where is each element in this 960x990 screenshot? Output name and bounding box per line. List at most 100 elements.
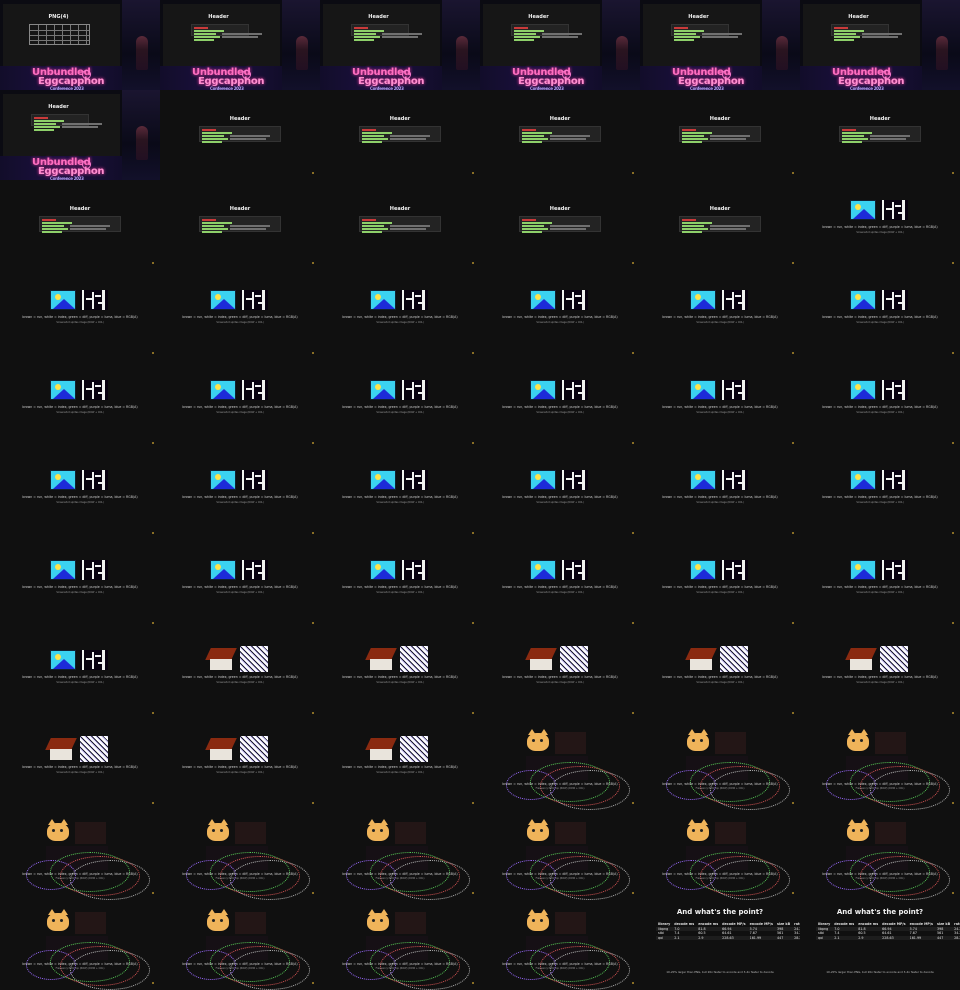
slide-thumbnail[interactable]: brown = run, white = index, green = diff… xyxy=(640,810,800,900)
glitch-stroke xyxy=(575,565,581,567)
slide-thumbnail[interactable]: brown = run, white = index, green = diff… xyxy=(480,360,640,450)
slide-thumbnail[interactable]: Header xyxy=(480,90,640,180)
slide-thumbnail[interactable]: Unbundled Eggcapphon Conference 2023 PNG(4) xyxy=(0,0,160,90)
slide-thumbnail[interactable]: brown = run, white = index, green = diff… xyxy=(160,450,320,540)
cursor-speck xyxy=(312,352,314,354)
slide-title: Header xyxy=(528,14,549,20)
slide-thumbnail[interactable]: brown = run, white = index, green = diff… xyxy=(320,810,480,900)
slide-thumbnail[interactable]: brown = run, white = index, green = diff… xyxy=(160,540,320,630)
slide-thumbnail[interactable]: Unbundled Eggcapphon Conference 2023 Header xyxy=(0,90,160,180)
slide-thumbnail[interactable]: brown = run, white = index, green = diff… xyxy=(640,360,800,450)
slide-thumbnail[interactable]: brown = run, white = index, green = diff… xyxy=(160,900,320,990)
glitch-stroke xyxy=(732,292,734,309)
glitch-stroke xyxy=(412,562,414,579)
event-name-line2: Eggcapphon xyxy=(518,76,585,87)
slide-thumbnail[interactable]: Unbundled Eggcapphon Conference 2023 Header xyxy=(480,0,640,90)
slide-thumbnail[interactable]: brown = run, white = index, green = diff… xyxy=(0,360,160,450)
glitch-stroke xyxy=(902,200,905,220)
cat-eye xyxy=(532,739,535,742)
code-line xyxy=(202,129,216,131)
slide-thumbnail[interactable]: brown = run, white = index, green = diff… xyxy=(800,360,960,450)
slide-thumbnail[interactable]: brown = run, white = index, green = diff… xyxy=(800,810,960,900)
slide-thumbnail[interactable]: brown = run, white = index, green = diff… xyxy=(480,720,640,810)
slide-thumbnail[interactable]: Header xyxy=(320,90,480,180)
event-logo: Unbundled Eggcapphon Conference 2023 xyxy=(672,68,745,91)
glitch-stroke xyxy=(578,572,585,574)
slide-thumbnail[interactable]: brown = run, white = index, green = diff… xyxy=(0,900,160,990)
slide-thumbnail[interactable]: brown = run, white = index, green = diff… xyxy=(480,630,640,720)
mountain-icon xyxy=(53,479,75,489)
slide-thumbnail[interactable]: brown = run, white = index, green = diff… xyxy=(0,720,160,810)
slide-thumbnail[interactable]: brown = run, white = index, green = diff… xyxy=(800,450,960,540)
slide-thumbnail[interactable]: brown = run, white = index, green = diff… xyxy=(480,450,640,540)
glitch-stroke xyxy=(246,388,254,390)
slide-thumbnail[interactable]: brown = run, white = index, green = diff… xyxy=(320,630,480,720)
slide-thumbnail[interactable]: brown = run, white = index, green = diff… xyxy=(0,810,160,900)
code-line xyxy=(230,135,270,137)
slide-thumbnail[interactable]: Header xyxy=(800,90,960,180)
code-line xyxy=(42,219,56,221)
slide-thumbnail[interactable]: brown = run, white = index, green = diff… xyxy=(320,360,480,450)
slide-thumbnail[interactable]: Header xyxy=(0,180,160,270)
slide-thumbnail[interactable]: Header xyxy=(320,180,480,270)
slide-thumbnail[interactable]: Header xyxy=(640,90,800,180)
slide-thumbnail[interactable]: brown = run, white = index, green = diff… xyxy=(320,540,480,630)
code-line xyxy=(550,135,590,137)
slide-thumbnail[interactable]: Header xyxy=(480,180,640,270)
slide-thumbnail[interactable]: And what's the point? library decode ms enc… xyxy=(640,900,800,990)
slide-thumbnail[interactable]: brown = run, white = index, green = diff… xyxy=(160,810,320,900)
glitch-stroke xyxy=(882,470,884,490)
slide-thumbnail[interactable]: brown = run, white = index, green = diff… xyxy=(160,630,320,720)
slide-thumbnail[interactable]: And what's the point? library decode ms enc… xyxy=(800,900,960,990)
slide-thumbnail[interactable]: brown = run, white = index, green = diff… xyxy=(800,630,960,720)
slide-thumbnail[interactable]: Unbundled Eggcapphon Conference 2023 Header xyxy=(160,0,320,90)
slide-thumbnail[interactable]: brown = run, white = index, green = diff… xyxy=(0,270,160,360)
slide-thumbnail[interactable]: brown = run, white = index, green = diff… xyxy=(160,720,320,810)
cat-eye xyxy=(532,919,535,922)
slide-thumbnail[interactable]: brown = run, white = index, green = diff… xyxy=(800,720,960,810)
table-rule xyxy=(62,25,63,44)
slide-thumbnail[interactable]: brown = run, white = index, green = diff… xyxy=(0,540,160,630)
slide-thumbnail[interactable]: brown = run, white = index, green = diff… xyxy=(640,450,800,540)
slide-thumbnail[interactable]: brown = run, white = index, green = diff… xyxy=(640,720,800,810)
slide-thumbnail[interactable]: brown = run, white = index, green = diff… xyxy=(0,450,160,540)
slide-thumbnail[interactable]: brown = run, white = index, green = diff… xyxy=(320,900,480,990)
slide-thumbnail[interactable]: brown = run, white = index, green = diff… xyxy=(640,540,800,630)
slide-thumbnail[interactable]: brown = run, white = index, green = diff… xyxy=(480,540,640,630)
slide-thumbnail[interactable]: Unbundled Eggcapphon Conference 2023 Header xyxy=(800,0,960,90)
slide-thumbnail[interactable]: brown = run, white = index, green = diff… xyxy=(480,270,640,360)
cat-image xyxy=(47,909,69,931)
slide-subcaption: Frequency from top (ROW) (ROW + COL) xyxy=(535,787,585,790)
slide-thumbnail[interactable]: brown = run, white = index, green = diff… xyxy=(0,630,160,720)
slide-thumbnail[interactable]: brown = run, white = index, green = diff… xyxy=(480,810,640,900)
slide-thumbnail[interactable]: brown = run, white = index, green = diff… xyxy=(320,720,480,810)
slide-subcaption: Screenshot sprites image (ROW + COL) xyxy=(376,411,424,414)
slide-thumbnail[interactable]: brown = run, white = index, green = diff… xyxy=(800,270,960,360)
table-cell: 34.2% xyxy=(954,931,960,936)
slide-thumbnail[interactable]: Unbundled Eggcapphon Conference 2023 Header xyxy=(640,0,800,90)
cat-ear xyxy=(860,819,868,825)
cat-ear xyxy=(688,819,696,825)
slide-thumbnail[interactable]: brown = run, white = index, green = diff… xyxy=(800,540,960,630)
slide-thumbnail[interactable]: brown = run, white = index, green = diff… xyxy=(320,270,480,360)
slide-thumbnail[interactable]: brown = run, white = index, green = diff… xyxy=(640,270,800,360)
slide-thumbnail[interactable]: brown = run, white = index, green = diff… xyxy=(480,900,640,990)
slide-thumbnail[interactable]: brown = run, white = index, green = diff… xyxy=(800,180,960,270)
slide-thumbnail[interactable]: Unbundled Eggcapphon Conference 2023 Header xyxy=(320,0,480,90)
slide-thumbnail[interactable]: Header xyxy=(160,90,320,180)
code-line xyxy=(222,36,258,38)
legend-caption: brown = run, white = index, green = diff… xyxy=(22,962,138,966)
house-image xyxy=(205,736,237,762)
encoded-visualization xyxy=(720,290,748,310)
slide-thumbnail[interactable]: brown = run, white = index, green = diff… xyxy=(160,270,320,360)
cursor-speck xyxy=(792,892,794,894)
slide-thumbnail[interactable]: Header xyxy=(640,180,800,270)
slide-subcaption: Frequency from top (ROW) (ROW + COL) xyxy=(55,967,105,970)
slide-thumbnail[interactable]: brown = run, white = index, green = diff… xyxy=(320,450,480,540)
slide-thumbnail[interactable]: Header xyxy=(160,180,320,270)
code-line xyxy=(34,129,54,131)
slide-thumbnail[interactable]: brown = run, white = index, green = diff… xyxy=(160,360,320,450)
slide-thumbnail[interactable]: brown = run, white = index, green = diff… xyxy=(640,630,800,720)
cat-eye xyxy=(852,829,855,832)
glitch-stroke xyxy=(902,470,905,490)
